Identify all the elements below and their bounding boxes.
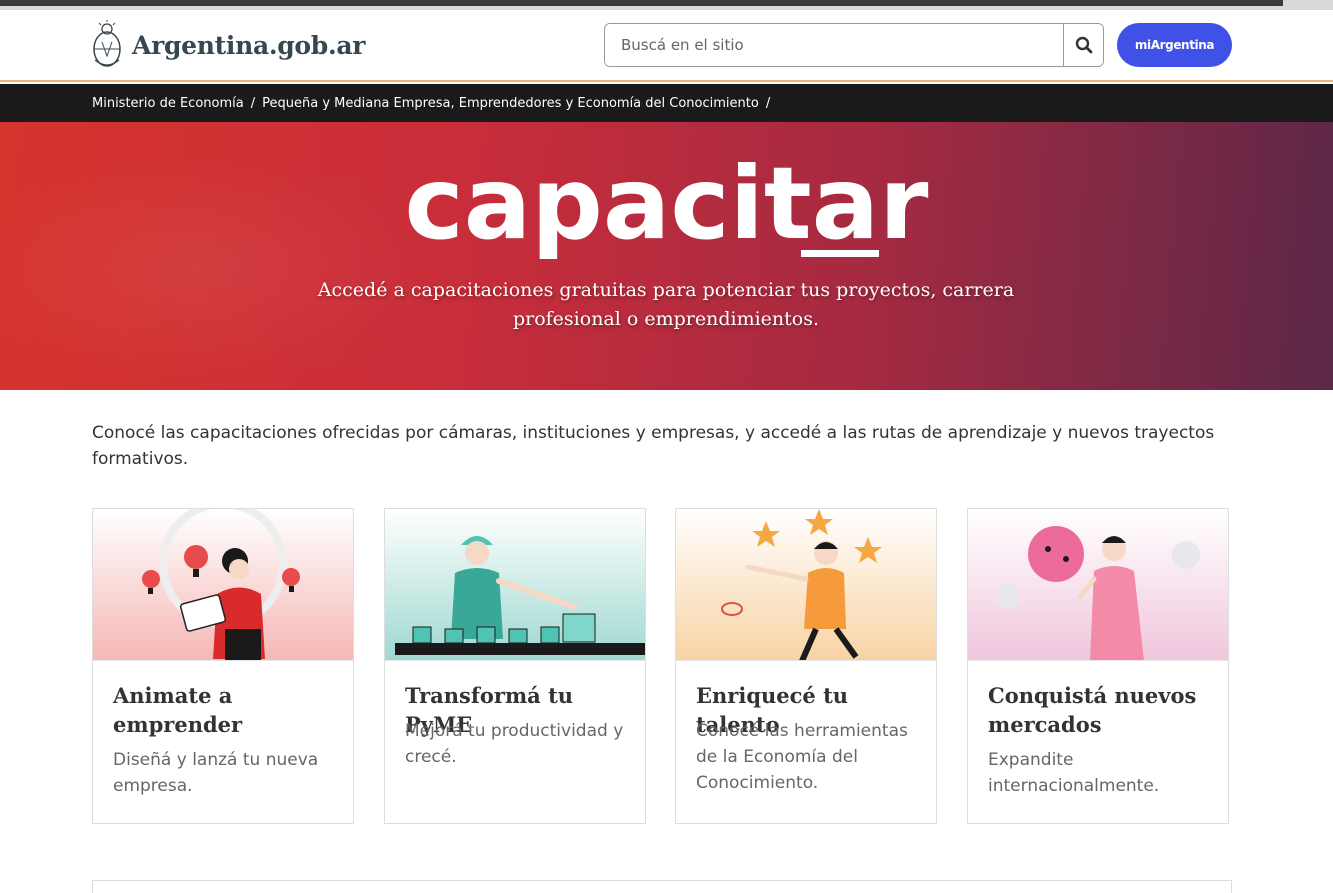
search-input[interactable]: [605, 24, 1063, 66]
breadcrumb-item-ministerio[interactable]: Ministerio de Economía: [92, 96, 244, 111]
hero-subtitle: Accedé a capacitaciones gratuitas para p…: [317, 279, 1015, 330]
top-strip-fill: [0, 0, 1283, 6]
search-icon: [1075, 36, 1092, 54]
card-animate-a-emprender[interactable]: Animate a emprender Diseñá y lanzá tu nu…: [92, 508, 354, 824]
browser-top-strip: [0, 0, 1333, 10]
search-button[interactable]: [1063, 24, 1103, 66]
hero-title-underline: [801, 250, 879, 257]
site-logo-link[interactable]: Argentina.gob.ar: [92, 20, 365, 70]
card-image-talent: [676, 509, 936, 661]
breadcrumb-separator: /: [250, 95, 256, 111]
hero-title: capacitar: [404, 145, 929, 262]
card-title: Animate a emprender: [113, 683, 243, 737]
card-image-global-markets: [968, 509, 1228, 661]
card-description: Conocé las herramientas de la Economía d…: [696, 721, 908, 793]
logo-text: Argentina.gob.ar: [132, 30, 366, 60]
card-image-factory-worker: [385, 509, 645, 661]
card-description: Mejorá tu productividad y crecé.: [405, 721, 624, 767]
search-box: [604, 23, 1104, 67]
intro-text: Conocé las capacitaciones ofrecidas por …: [92, 423, 1215, 469]
hero-banner: capacitar Accedé a capacitaciones gratui…: [0, 122, 1333, 390]
breadcrumb-item-pyme[interactable]: Pequeña y Mediana Empresa, Emprendedores…: [262, 96, 759, 111]
breadcrumb-separator: /: [765, 95, 771, 111]
argentina-seal-icon: [93, 20, 121, 67]
card-enriquece-tu-talento[interactable]: Enriquecé tu talento Conocé las herramie…: [675, 508, 937, 824]
card-description: Diseñá y lanzá tu nueva empresa.: [113, 750, 319, 796]
card-transforma-tu-pyme[interactable]: Transformá tu PyME Mejorá tu productivid…: [384, 508, 646, 824]
card-image-entrepreneur: [93, 509, 353, 661]
site-header: Argentina.gob.ar miArgentina: [0, 10, 1333, 82]
card-title: Conquistá nuevos mercados: [988, 683, 1197, 737]
next-section-box: [92, 880, 1232, 893]
card-conquista-nuevos-mercados[interactable]: Conquistá nuevos mercados Expandite inte…: [967, 508, 1229, 824]
breadcrumb-bar: Ministerio de Economía / Pequeña y Media…: [0, 84, 1333, 122]
breadcrumb: Ministerio de Economía / Pequeña y Media…: [92, 84, 777, 122]
mi-argentina-button[interactable]: miArgentina: [1117, 23, 1232, 67]
card-description: Expandite internacionalmente.: [988, 750, 1160, 796]
